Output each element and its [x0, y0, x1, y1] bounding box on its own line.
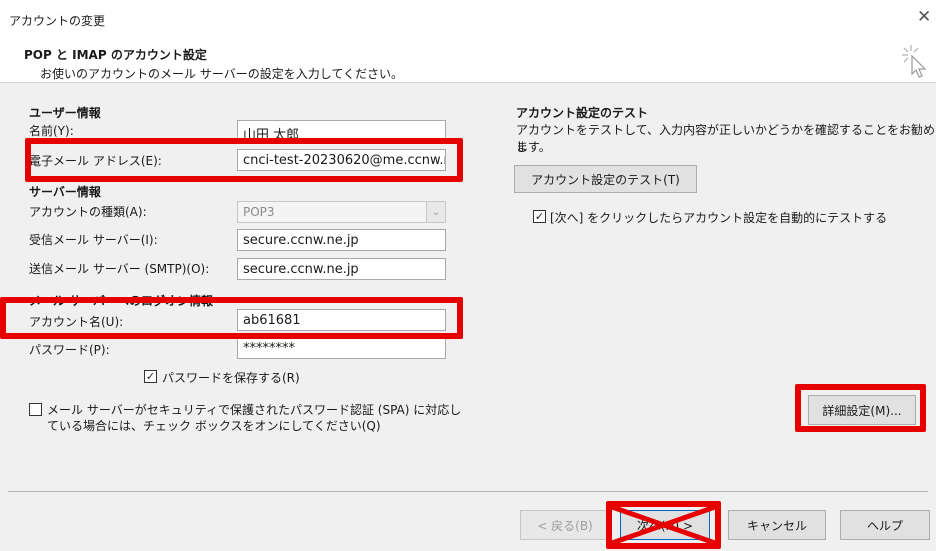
- password-field[interactable]: ********: [237, 337, 446, 359]
- save-password-checkbox[interactable]: ✓: [144, 370, 157, 383]
- test-description-line1: アカウントをテストして、入力内容が正しいかどうかを確認することをお勧めし: [516, 123, 936, 154]
- incoming-server-field[interactable]: secure.ccnw.ne.jp: [237, 229, 446, 251]
- account-type-select: POP3 ⌄: [237, 201, 446, 223]
- cross-out-icon: [611, 504, 716, 546]
- incoming-server-label: 受信メール サーバー(I):: [29, 233, 158, 247]
- spa-label-line1[interactable]: メール サーバーがセキュリティで保護されたパスワード認証 (SPA) に対応し: [47, 401, 461, 418]
- back-button: < 戻る(B): [520, 510, 610, 540]
- test-account-button[interactable]: アカウント設定のテスト(T): [514, 165, 697, 193]
- outgoing-server-field[interactable]: secure.ccnw.ne.jp: [237, 258, 446, 280]
- dialog-heading: POP と IMAP のアカウント設定: [24, 48, 207, 62]
- server-info-heading: サーバー情報: [29, 185, 101, 199]
- auto-test-checkbox[interactable]: ✓: [533, 210, 546, 223]
- dialog-header: POP と IMAP のアカウント設定 お使いのアカウントのメール サーバーの設…: [0, 40, 936, 83]
- close-icon[interactable]: ✕: [917, 9, 931, 26]
- test-heading: アカウント設定のテスト: [516, 106, 649, 120]
- advanced-settings-highlight-frame: [795, 384, 926, 432]
- title-bar: アカウントの変更 ✕: [0, 0, 936, 40]
- window-title: アカウントの変更: [9, 14, 106, 28]
- cancel-button[interactable]: キャンセル: [728, 510, 826, 540]
- password-label: パスワード(P):: [29, 343, 110, 357]
- help-button[interactable]: ヘルプ: [840, 510, 930, 540]
- spa-checkbox[interactable]: [29, 403, 42, 416]
- footer-divider: [8, 491, 928, 492]
- account-type-label: アカウントの種類(A):: [29, 205, 147, 219]
- save-password-label[interactable]: パスワードを保存する(R): [162, 369, 300, 386]
- wizard-cursor-icon: [902, 45, 927, 78]
- account-type-value: POP3: [243, 205, 275, 219]
- spa-label-line2[interactable]: ている場合には、チェック ボックスをオンにしてください(Q): [47, 417, 381, 434]
- user-info-heading: ユーザー情報: [29, 106, 101, 120]
- dialog-subheading: お使いのアカウントのメール サーバーの設定を入力してください。: [40, 67, 403, 81]
- auto-test-label[interactable]: [次へ] をクリックしたらアカウント設定を自動的にテストする: [550, 209, 887, 226]
- account-name-highlight-frame: [0, 297, 463, 339]
- test-description-line2: ます。: [516, 140, 551, 154]
- outgoing-server-label: 送信メール サーバー (SMTP)(O):: [29, 262, 210, 276]
- name-label: 名前(Y):: [29, 124, 74, 138]
- chevron-down-icon: ⌄: [426, 202, 445, 222]
- email-highlight-frame: [25, 138, 463, 182]
